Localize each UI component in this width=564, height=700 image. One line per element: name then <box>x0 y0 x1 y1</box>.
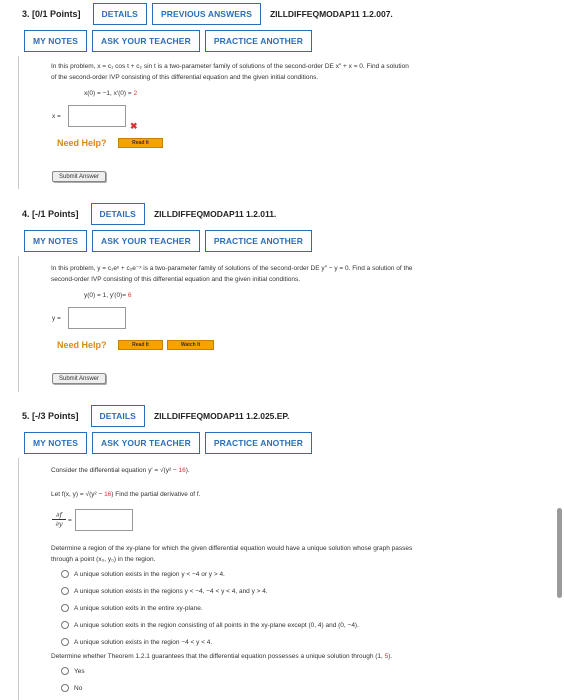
q4-submit-button[interactable]: Submit Answer <box>52 373 107 384</box>
q5-options: A unique solution exists in the region y… <box>61 569 521 654</box>
q5-let: Let f(x, y) = √(y² − 16) Find the partia… <box>51 489 201 500</box>
q3-cond-text: x(0) = −1, x′(0) = <box>84 90 134 97</box>
q5-theorem-prompt: Determine whether Theorem 1.2.1 guarante… <box>51 651 392 662</box>
q3-action-row: MY NOTES ASK YOUR TEACHER PRACTICE ANOTH… <box>24 30 312 52</box>
q3-my-notes-button[interactable]: MY NOTES <box>24 30 88 52</box>
q4-watch-it-button[interactable]: Watch It <box>167 340 214 350</box>
q5-let-end: ) Find the partial derivative of f. <box>111 491 201 498</box>
q5-partial-denominator: ∂y <box>55 520 63 528</box>
q5-option[interactable]: A unique solution exists in the region y… <box>61 569 521 586</box>
q5-consider-value: 16 <box>178 467 186 474</box>
q5-header: 5. [-/3 Points] DETAILS ZILLDIFFEQMODAP1… <box>22 405 289 427</box>
q3-number: 3. [0/1 Points] <box>22 9 81 19</box>
q4-number: 4. [-/1 Points] <box>22 209 79 219</box>
q5-option[interactable]: A unique solution exists in the regions … <box>61 586 521 603</box>
q3-read-it-button[interactable]: Read It <box>118 138 163 148</box>
q3-prompt: In this problem, x = c₁ cos t + c₂ sin t… <box>51 61 551 83</box>
q5-option-label: A unique solution exists in the region −… <box>74 639 213 646</box>
q4-divider <box>18 256 19 392</box>
q5-option-label: A unique solution exits in the region co… <box>74 622 359 629</box>
q5-no-radio[interactable] <box>61 684 69 692</box>
q3-cond-value: 2 <box>133 90 138 97</box>
q5-option-radio[interactable] <box>61 621 69 629</box>
q4-practice-another-button[interactable]: PRACTICE ANOTHER <box>204 230 312 252</box>
q5-ask-teacher-button[interactable]: ASK YOUR TEACHER <box>92 432 200 454</box>
q5-partial-input[interactable] <box>75 509 133 531</box>
q5-no-option[interactable]: No <box>61 683 161 700</box>
q4-cond-value: 6 <box>127 292 132 299</box>
q5-partial-numerator: ∂f <box>52 511 66 520</box>
q4-header: 4. [-/1 Points] DETAILS ZILLDIFFEQMODAP1… <box>22 203 276 225</box>
q4-need-help: Need Help? <box>57 340 107 350</box>
q4-code: ZILLDIFFEQMODAP11 1.2.011. <box>153 209 277 219</box>
q5-consider: Consider the differential equation y′ = … <box>51 465 190 476</box>
q5-partial-equals: = <box>68 517 72 524</box>
q4-answer-input[interactable] <box>68 307 126 329</box>
q5-option[interactable]: A unique solution exits in the entire xy… <box>61 603 521 620</box>
q4-ask-teacher-button[interactable]: ASK YOUR TEACHER <box>92 230 200 252</box>
q4-action-row: MY NOTES ASK YOUR TEACHER PRACTICE ANOTH… <box>24 230 312 252</box>
q3-practice-another-button[interactable]: PRACTICE ANOTHER <box>204 30 312 52</box>
q5-option-radio[interactable] <box>61 570 69 578</box>
q5-no-label: No <box>74 685 83 692</box>
q5-theorem-text: Determine whether Theorem 1.2.1 guarante… <box>51 653 385 660</box>
q4-my-notes-button[interactable]: MY NOTES <box>24 230 88 252</box>
q5-option[interactable]: A unique solution exits in the region co… <box>61 620 521 637</box>
q3-conditions: x(0) = −1, x′(0) = 2 <box>84 88 137 99</box>
q4-cond-text: y(0) = 1, y′(0)= <box>84 292 128 299</box>
q4-conditions: y(0) = 1, y′(0)= 6 <box>84 290 131 301</box>
q3-answer-label: x = <box>52 113 61 120</box>
q5-region-prompt: Determine a region of the xy-plane for w… <box>51 543 551 565</box>
q3-submit-button[interactable]: Submit Answer <box>52 171 107 182</box>
vertical-scrollbar[interactable] <box>557 508 562 598</box>
q3-header: 3. [0/1 Points] DETAILS PREVIOUS ANSWERS… <box>22 3 393 25</box>
q5-consider-end: ). <box>185 467 190 474</box>
q5-practice-another-button[interactable]: PRACTICE ANOTHER <box>204 432 312 454</box>
q3-answer-input[interactable] <box>68 105 126 127</box>
q3-incorrect-icon: ✖ <box>130 121 138 131</box>
q4-read-it-button[interactable]: Read It <box>118 340 163 350</box>
q5-partial-derivative: ∂f ∂y <box>52 511 66 528</box>
q4-prompt-line2: second-order IVP consisting of this diff… <box>51 276 301 283</box>
q3-previous-answers-button[interactable]: PREVIOUS ANSWERS <box>151 3 261 25</box>
q5-region-line1: Determine a region of the xy-plane for w… <box>51 545 413 552</box>
q4-details-button[interactable]: DETAILS <box>90 203 145 225</box>
q5-consider-text: Consider the differential equation y′ = … <box>51 467 179 474</box>
q5-option-radio[interactable] <box>61 604 69 612</box>
q5-my-notes-button[interactable]: MY NOTES <box>24 432 88 454</box>
q4-prompt: In this problem, y = c₁eˣ + c₂e⁻ˣ is a t… <box>51 263 551 285</box>
q5-let-text: Let f(x, y) = √(y² − <box>51 491 105 498</box>
q5-option-label: A unique solution exists in the region y… <box>74 571 225 578</box>
q3-prompt-line1: In this problem, x = c₁ cos t + c₂ sin t… <box>51 63 409 70</box>
q3-ask-teacher-button[interactable]: ASK YOUR TEACHER <box>92 30 200 52</box>
q5-option-label: A unique solution exits in the entire xy… <box>74 605 203 612</box>
q3-divider <box>18 56 19 189</box>
q5-number: 5. [-/3 Points] <box>22 411 79 421</box>
q5-yes-label: Yes <box>74 668 85 675</box>
q5-theorem-end: ). <box>388 653 393 660</box>
q5-code: ZILLDIFFEQMODAP11 1.2.025.EP. <box>153 411 290 421</box>
q5-yes-option[interactable]: Yes <box>61 666 161 683</box>
q5-details-button[interactable]: DETAILS <box>90 405 145 427</box>
q5-option-radio[interactable] <box>61 638 69 646</box>
q4-answer-label: y = <box>52 315 61 322</box>
page: { "q3": { "number": "3. [0/1 Points]", "… <box>0 0 564 700</box>
q3-code: ZILLDIFFEQMODAP11 1.2.007. <box>269 9 393 19</box>
q3-prompt-line2: of the second-order IVP consisting of th… <box>51 74 319 81</box>
q3-details-button[interactable]: DETAILS <box>92 3 147 25</box>
q4-prompt-line1: In this problem, y = c₁eˣ + c₂e⁻ˣ is a t… <box>51 265 413 272</box>
q5-action-row: MY NOTES ASK YOUR TEACHER PRACTICE ANOTH… <box>24 432 312 454</box>
q5-divider <box>18 458 19 700</box>
q5-theorem-options: Yes No <box>61 666 161 700</box>
q5-option-radio[interactable] <box>61 587 69 595</box>
q5-region-line2: through a point (x₀, y₀) in the region. <box>51 556 156 563</box>
q3-need-help: Need Help? <box>57 138 107 148</box>
q5-option-label: A unique solution exists in the regions … <box>74 588 268 595</box>
q5-yes-radio[interactable] <box>61 667 69 675</box>
